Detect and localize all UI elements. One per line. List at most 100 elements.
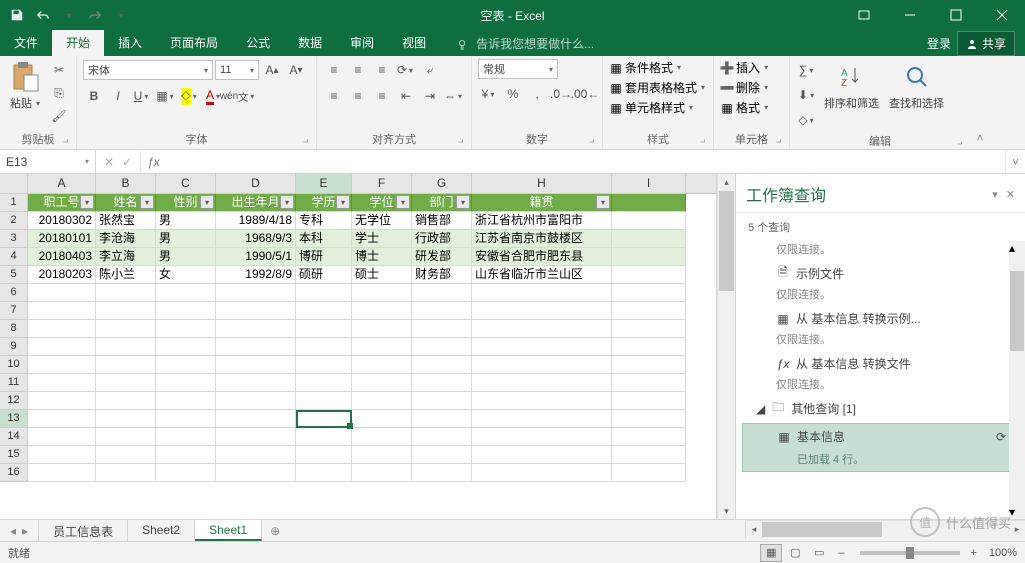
increase-indent-icon[interactable]: ⇥	[419, 85, 441, 107]
query-group[interactable]: ◢🗀其他查询 [1]	[736, 396, 1025, 421]
col-header[interactable]: D	[216, 174, 296, 193]
currency-icon[interactable]: ¥▾	[478, 83, 500, 105]
align-left-icon[interactable]: ≡	[323, 85, 345, 107]
increase-decimal-icon[interactable]: .0→	[550, 83, 572, 105]
col-header[interactable]: A	[28, 174, 96, 193]
autosum-icon[interactable]: ∑▾	[796, 59, 818, 81]
fill-color-icon[interactable]: ◇▾	[179, 85, 201, 107]
col-header[interactable]: H	[472, 174, 612, 193]
delete-cells-button[interactable]: ➖删除▾	[720, 79, 770, 96]
pane-menu-icon[interactable]: ▾	[992, 188, 998, 201]
name-box[interactable]: E13▾	[0, 150, 96, 173]
sheet-tab[interactable]: Sheet1	[195, 520, 262, 541]
conditional-formatting-button[interactable]: ▦条件格式▾	[609, 59, 707, 76]
wrap-text-icon[interactable]: ⤶	[419, 59, 441, 81]
phonetic-icon[interactable]: wén文▾	[227, 85, 249, 107]
underline-icon[interactable]: U▾	[131, 85, 153, 107]
sheet-tab[interactable]: Sheet2	[128, 520, 195, 541]
tab-review[interactable]: 审阅	[336, 29, 388, 56]
redo-icon[interactable]	[84, 4, 106, 26]
filter-icon[interactable]: ▾	[596, 195, 610, 209]
ribbon-display-icon[interactable]	[841, 0, 887, 30]
clear-icon[interactable]: ◇▾	[796, 109, 818, 131]
align-top-icon[interactable]: ≡	[323, 59, 345, 81]
query-item[interactable]: ƒx从 基本信息 转换文件	[736, 351, 1025, 376]
collapse-ribbon-icon[interactable]: ˄	[970, 56, 990, 149]
login-link[interactable]: 登录	[927, 35, 951, 52]
minimize-icon[interactable]	[887, 0, 933, 30]
vertical-scrollbar[interactable]: ▴▾	[717, 174, 735, 519]
pane-scrollbar[interactable]: ▴▾	[1009, 241, 1025, 519]
cut-icon[interactable]: ✂	[48, 59, 70, 81]
align-right-icon[interactable]: ≡	[371, 85, 393, 107]
filter-icon[interactable]: ▾	[396, 195, 410, 209]
fx-icon[interactable]: ƒx	[141, 150, 166, 173]
filter-icon[interactable]: ▾	[336, 195, 350, 209]
query-item[interactable]: ▦从 基本信息 转换示例...	[736, 306, 1025, 331]
undo-dropdown-icon[interactable]: ▾	[58, 4, 80, 26]
cancel-formula-icon[interactable]: ✕	[104, 155, 114, 169]
bold-icon[interactable]: B	[83, 85, 105, 107]
copy-icon[interactable]: ⎘	[48, 82, 70, 104]
font-name-combo[interactable]: 宋体▾	[83, 60, 213, 80]
horizontal-scrollbar[interactable]: ◂▸	[745, 520, 1025, 538]
decrease-decimal-icon[interactable]: .00←	[574, 83, 596, 105]
sheet-tab[interactable]: 员工信息表	[39, 520, 128, 541]
collapse-icon[interactable]: ◢	[756, 402, 765, 416]
tab-formulas[interactable]: 公式	[232, 29, 284, 56]
format-painter-icon[interactable]: 🖌	[48, 105, 70, 127]
orientation-icon[interactable]: ⟳▾	[395, 59, 417, 81]
sheet-nav-prev-icon[interactable]: ◂	[10, 524, 16, 538]
comma-icon[interactable]: ,	[526, 83, 548, 105]
qat-customize-icon[interactable]: ▾	[110, 4, 132, 26]
filter-icon[interactable]: ▾	[280, 195, 294, 209]
row-header[interactable]: 1	[0, 194, 28, 212]
tab-pagelayout[interactable]: 页面布局	[156, 29, 232, 56]
close-icon[interactable]	[979, 0, 1025, 30]
align-center-icon[interactable]: ≡	[347, 85, 369, 107]
tab-file[interactable]: 文件	[0, 29, 52, 56]
italic-icon[interactable]: I	[107, 85, 129, 107]
col-header[interactable]: I	[612, 174, 686, 193]
save-icon[interactable]	[6, 4, 28, 26]
align-bottom-icon[interactable]: ≡	[371, 59, 393, 81]
col-header[interactable]: F	[352, 174, 412, 193]
tell-me-search[interactable]: 告诉我您想要做什么...	[448, 31, 602, 56]
undo-icon[interactable]	[32, 4, 54, 26]
view-page-break-icon[interactable]: ▭	[808, 544, 830, 562]
expand-formula-bar-icon[interactable]: ˅	[1005, 150, 1025, 173]
worksheet-grid[interactable]: A B C D E F G H I 1 职工号▾ 姓名▾ 性别▾ 出生年月▾ 学…	[0, 174, 717, 519]
align-middle-icon[interactable]: ≡	[347, 59, 369, 81]
tab-insert[interactable]: 插入	[104, 29, 156, 56]
tab-view[interactable]: 视图	[388, 29, 440, 56]
refresh-icon[interactable]: ⟳	[996, 430, 1006, 444]
maximize-icon[interactable]	[933, 0, 979, 30]
query-item-selected[interactable]: ▦基本信息⟳ 已加载 4 行。	[742, 423, 1019, 472]
filter-icon[interactable]: ▾	[456, 195, 470, 209]
col-header[interactable]: C	[156, 174, 216, 193]
percent-icon[interactable]: %	[502, 83, 524, 105]
find-select-button[interactable]: 查找和选择	[885, 59, 948, 113]
share-button[interactable]: 共享	[957, 31, 1015, 56]
number-format-combo[interactable]: 常规▾	[478, 59, 558, 79]
zoom-level[interactable]: 100%	[989, 547, 1017, 559]
fill-icon[interactable]: ⬇▾	[796, 84, 818, 106]
font-size-combo[interactable]: 11▾	[215, 60, 259, 80]
cell-styles-button[interactable]: ▦单元格样式▾	[609, 99, 707, 116]
format-cells-button[interactable]: ▦格式▾	[720, 99, 770, 116]
filter-icon[interactable]: ▾	[200, 195, 214, 209]
border-icon[interactable]: ▦▾	[155, 85, 177, 107]
enter-formula-icon[interactable]: ✓	[122, 155, 132, 169]
zoom-plus-icon[interactable]: +	[970, 547, 976, 559]
view-normal-icon[interactable]: ▦	[760, 544, 782, 562]
filter-icon[interactable]: ▾	[80, 195, 94, 209]
sort-filter-button[interactable]: AZ 排序和筛选	[820, 59, 883, 113]
merge-center-icon[interactable]: ⇔▾	[443, 85, 465, 107]
zoom-slider[interactable]	[860, 551, 960, 555]
tab-home[interactable]: 开始	[52, 29, 104, 56]
formula-input[interactable]	[166, 150, 1005, 173]
sheet-nav-next-icon[interactable]: ▸	[22, 524, 28, 538]
decrease-indent-icon[interactable]: ⇤	[395, 85, 417, 107]
select-all-corner[interactable]	[0, 174, 28, 193]
col-header[interactable]: B	[96, 174, 156, 193]
